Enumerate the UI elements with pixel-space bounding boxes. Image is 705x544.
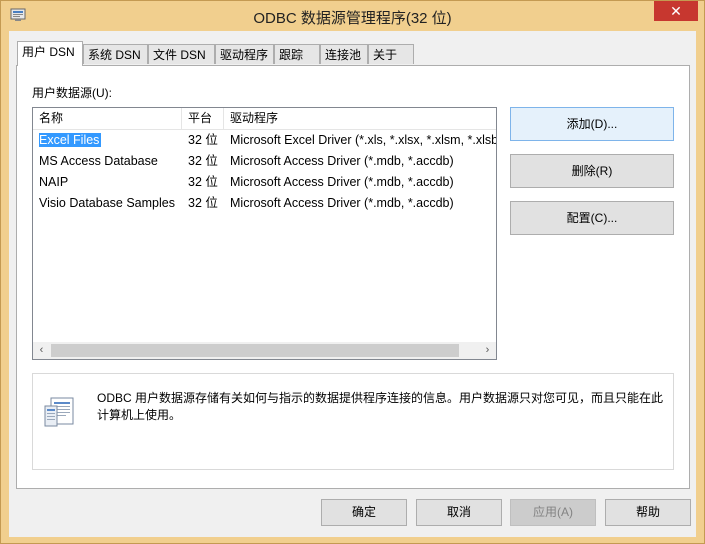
tab-tracing[interactable]: 跟踪 bbox=[274, 44, 320, 64]
column-header-name[interactable]: 名称 bbox=[33, 108, 182, 129]
close-button[interactable]: ✕ bbox=[654, 1, 698, 21]
list-item-name: Visio Database Samples bbox=[39, 196, 175, 210]
delete-button[interactable]: 删除(R) bbox=[510, 154, 674, 188]
odbc-window: ODBC 数据源管理程序(32 位) ✕ 用户 DSN 系统 DSN 文件 DS… bbox=[0, 0, 705, 544]
close-icon: ✕ bbox=[670, 3, 682, 19]
list-item-driver: Microsoft Access Driver (*.mdb, *.accdb) bbox=[230, 175, 454, 189]
list-item-platform: 32 位 bbox=[188, 196, 218, 210]
tab-drivers[interactable]: 驱动程序 bbox=[215, 44, 274, 64]
ok-button[interactable]: 确定 bbox=[321, 499, 407, 526]
user-dsn-list[interactable]: 名称 平台 驱动程序 Excel Files 32 位 Microsoft Ex… bbox=[32, 107, 497, 360]
list-item-driver: Microsoft Excel Driver (*.xls, *.xlsx, *… bbox=[230, 133, 496, 147]
list-item-driver: Microsoft Access Driver (*.mdb, *.accdb) bbox=[230, 196, 454, 210]
info-description: ODBC 用户数据源存储有关如何与指示的数据提供程序连接的信息。用户数据源只对您… bbox=[97, 391, 664, 422]
user-dsn-label: 用户数据源(U): bbox=[32, 86, 112, 100]
help-button[interactable]: 帮助 bbox=[605, 499, 691, 526]
tab-about[interactable]: 关于 bbox=[368, 44, 414, 64]
scrollbar-thumb[interactable] bbox=[51, 344, 459, 357]
tab-file-dsn[interactable]: 文件 DSN bbox=[148, 44, 215, 64]
tab-system-dsn[interactable]: 系统 DSN bbox=[83, 44, 148, 64]
list-item[interactable]: Excel Files 32 位 Microsoft Excel Driver … bbox=[33, 130, 496, 151]
tab-user-dsn[interactable]: 用户 DSN bbox=[17, 41, 83, 66]
list-item[interactable]: NAIP 32 位 Microsoft Access Driver (*.mdb… bbox=[33, 172, 496, 193]
info-box: ODBC 用户数据源存储有关如何与指示的数据提供程序连接的信息。用户数据源只对您… bbox=[32, 373, 674, 470]
configure-button[interactable]: 配置(C)... bbox=[510, 201, 674, 235]
column-header-driver[interactable]: 驱动程序 bbox=[224, 108, 496, 129]
data-source-icon bbox=[44, 397, 74, 427]
add-button[interactable]: 添加(D)... bbox=[510, 107, 674, 141]
list-item-name: NAIP bbox=[39, 175, 69, 189]
horizontal-scrollbar[interactable]: ‹ › bbox=[33, 342, 496, 359]
list-item-name: Excel Files bbox=[39, 133, 102, 147]
list-item[interactable]: Visio Database Samples 32 位 Microsoft Ac… bbox=[33, 193, 496, 214]
apply-button[interactable]: 应用(A) bbox=[510, 499, 596, 526]
list-header: 名称 平台 驱动程序 bbox=[33, 108, 496, 130]
title-bar[interactable]: ODBC 数据源管理程序(32 位) ✕ bbox=[1, 1, 704, 31]
list-item-platform: 32 位 bbox=[188, 175, 218, 189]
list-item-name-cell: Excel Files bbox=[39, 130, 182, 151]
tab-connection-pooling[interactable]: 连接池 bbox=[320, 44, 368, 64]
scroll-left-icon[interactable]: ‹ bbox=[33, 342, 50, 359]
list-item-platform: 32 位 bbox=[188, 133, 218, 147]
list-item-platform: 32 位 bbox=[188, 154, 218, 168]
list-item-driver: Microsoft Access Driver (*.mdb, *.accdb) bbox=[230, 154, 454, 168]
column-header-platform[interactable]: 平台 bbox=[182, 108, 224, 129]
user-dsn-panel: 用户数据源(U): 名称 平台 驱动程序 Excel Files 32 位 Mi… bbox=[16, 65, 690, 489]
list-item[interactable]: MS Access Database 32 位 Microsoft Access… bbox=[33, 151, 496, 172]
window-title: ODBC 数据源管理程序(32 位) bbox=[253, 10, 452, 27]
list-item-name: MS Access Database bbox=[39, 154, 158, 168]
cancel-button[interactable]: 取消 bbox=[416, 499, 502, 526]
scroll-right-icon[interactable]: › bbox=[479, 342, 496, 359]
dialog-client-area: 用户 DSN 系统 DSN 文件 DSN 驱动程序 跟踪 连接池 关于 用户数据… bbox=[9, 31, 696, 537]
